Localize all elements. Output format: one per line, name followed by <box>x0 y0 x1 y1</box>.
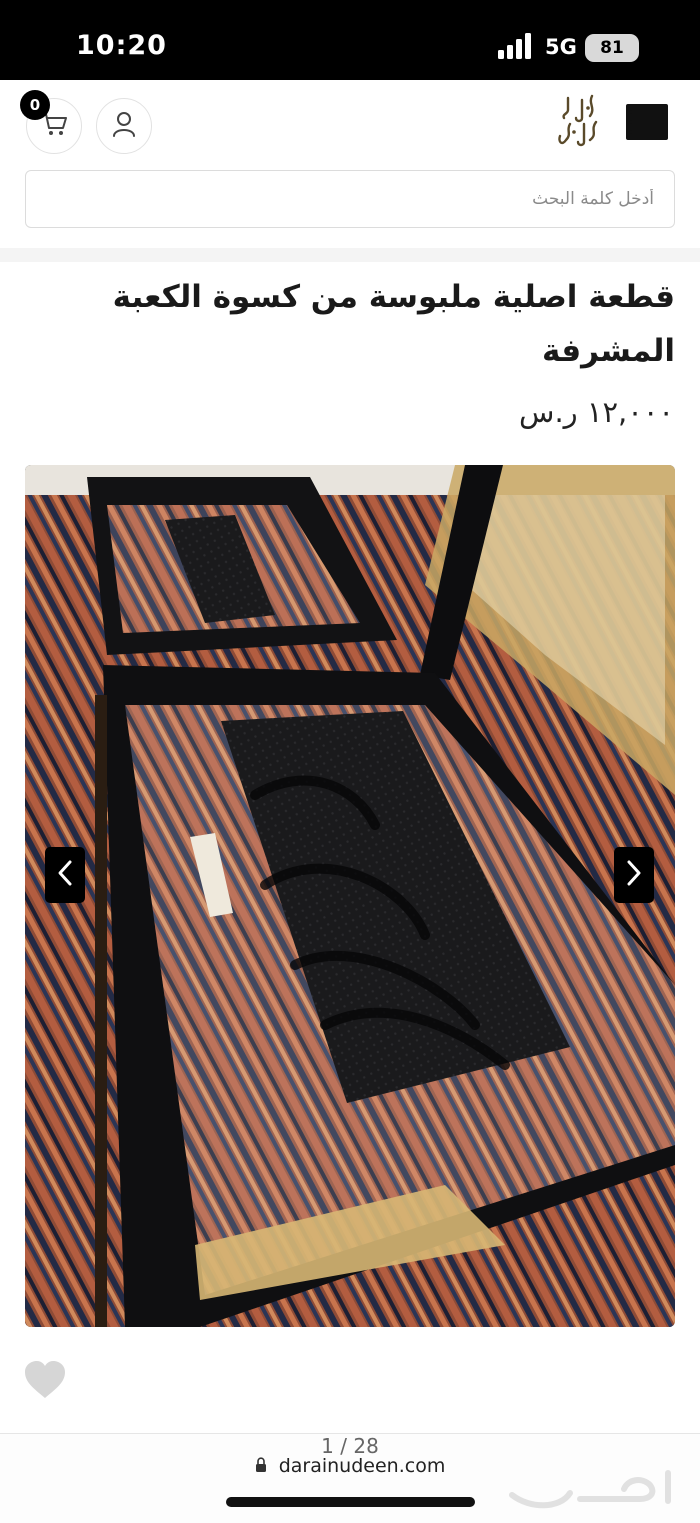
url-text: darainudeen.com <box>278 1455 446 1477</box>
site-logo[interactable] <box>552 90 606 152</box>
menu-icon <box>626 104 668 140</box>
chevron-left-icon <box>56 859 74 891</box>
home-indicator <box>226 1497 475 1507</box>
heart-icon <box>23 1361 67 1404</box>
search-input[interactable] <box>26 171 674 227</box>
favorite-button[interactable] <box>23 1360 67 1400</box>
signal-icon <box>498 33 534 63</box>
chevron-right-icon <box>625 859 643 891</box>
lock-icon <box>255 1456 267 1478</box>
status-time: 10:20 <box>76 30 167 61</box>
haraj-watermark <box>500 1465 680 1515</box>
search-box <box>25 170 675 228</box>
product-gallery[interactable] <box>25 465 675 1327</box>
cart-count-badge: 0 <box>20 90 50 120</box>
gallery-prev-button[interactable] <box>45 847 85 903</box>
account-button[interactable] <box>96 98 152 154</box>
product-image <box>25 465 675 1327</box>
user-icon <box>111 110 137 142</box>
product-price: ١٢,٠٠٠ ر.س <box>519 395 674 429</box>
gallery-next-button[interactable] <box>614 847 654 903</box>
battery-indicator: 81 <box>585 34 639 62</box>
menu-button[interactable] <box>626 104 668 140</box>
section-divider <box>0 248 700 262</box>
network-type: 5G <box>545 35 577 59</box>
product-title: قطعة اصلية ملبوسة من كسوة الكعبة المشرفة <box>112 279 675 369</box>
